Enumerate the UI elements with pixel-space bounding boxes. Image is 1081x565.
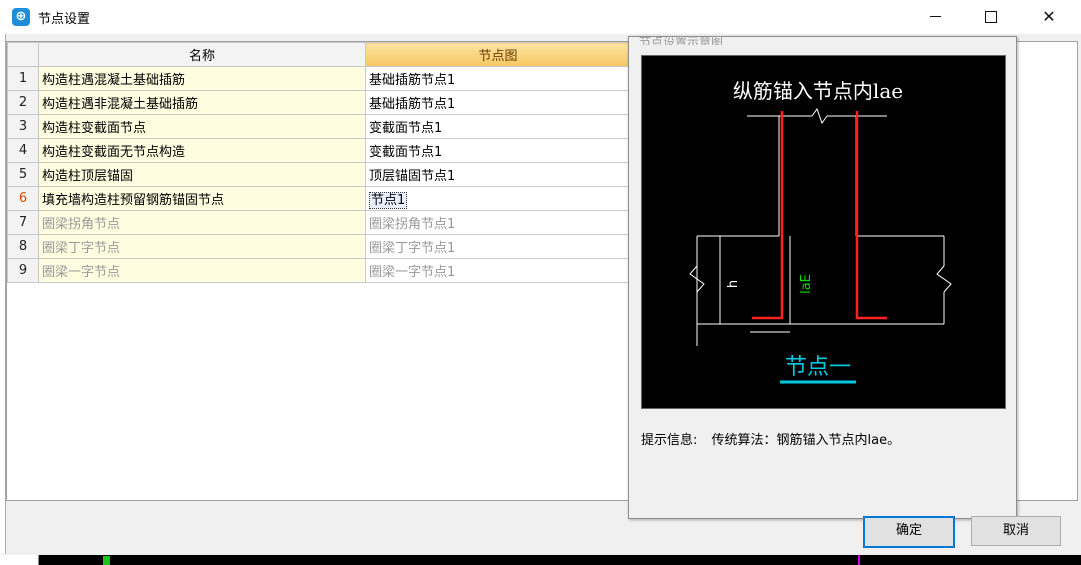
row-node-cell[interactable]: 圈梁拐角节点1 xyxy=(365,210,631,235)
node-schematic-image: 纵筋锚入节点内lae h laE 节点一 xyxy=(641,55,1006,409)
row-number-header xyxy=(7,42,39,67)
name-column-header[interactable]: 名称 xyxy=(38,42,366,67)
row-name-cell[interactable]: 构造柱顶层锚固 xyxy=(38,162,366,187)
cancel-button[interactable]: 取消 xyxy=(971,516,1061,546)
row-number[interactable]: 6 xyxy=(7,186,39,211)
row-number[interactable]: 3 xyxy=(7,114,39,139)
row-name-cell[interactable]: 圈梁拐角节点 xyxy=(38,210,366,235)
row-name-cell[interactable]: 填充墙构造柱预留钢筋锚固节点 xyxy=(38,186,366,211)
diagram-title: 纵筋锚入节点内lae xyxy=(733,79,903,103)
node-schematic-popup: 节点设置示意图 纵筋锚入节点内lae h laE 节点一 提示信息: 传统算法：… xyxy=(628,35,1017,519)
row-number[interactable]: 8 xyxy=(7,234,39,259)
row-node-cell[interactable]: 顶层锚固节点1 xyxy=(365,162,631,187)
close-icon: ✕ xyxy=(1042,7,1056,26)
ok-button[interactable]: 确定 xyxy=(863,516,955,548)
row-node-cell[interactable]: 变截面节点1 xyxy=(365,138,631,163)
maximize-button[interactable] xyxy=(968,0,1014,34)
hint-text: 传统算法：钢筋锚入节点内lae。 xyxy=(711,433,901,448)
table-row[interactable]: 2 构造柱遇非混凝土基础插筋 基础插筋节点1 xyxy=(7,90,631,115)
node-column-header[interactable]: 节点图 xyxy=(365,42,631,67)
row-name-cell[interactable]: 构造柱遇非混凝土基础插筋 xyxy=(38,90,366,115)
title-bar: ⊕ 节点设置 ✕ xyxy=(0,0,1081,34)
app-icon: ⊕ xyxy=(12,8,30,26)
row-number[interactable]: 5 xyxy=(7,162,39,187)
dim-lae-label: laE xyxy=(799,274,814,294)
hint-info-area xyxy=(641,447,1004,507)
row-node-cell-selected[interactable]: 节点1 xyxy=(365,186,631,211)
minimize-icon xyxy=(930,16,941,17)
table-row[interactable]: 1 构造柱遇混凝土基础插筋 基础插筋节点1 xyxy=(7,66,631,91)
table-header-row: 名称 节点图 xyxy=(7,42,631,67)
hint-label: 提示信息: xyxy=(641,433,698,448)
row-number[interactable]: 7 xyxy=(7,210,39,235)
table-row[interactable]: 9 圈梁一字节点 圈梁一字节点1 xyxy=(7,258,631,283)
node-diagram: 纵筋锚入节点内lae h laE 节点一 xyxy=(689,79,952,384)
table-row[interactable]: 7 圈梁拐角节点 圈梁拐角节点1 xyxy=(7,210,631,235)
table-row[interactable]: 8 圈梁丁字节点 圈梁丁字节点1 xyxy=(7,234,631,259)
maximize-icon xyxy=(985,11,997,23)
row-node-cell[interactable]: 基础插筋节点1 xyxy=(365,66,631,91)
node-settings-grid[interactable]: 名称 节点图 1 构造柱遇混凝土基础插筋 基础插筋节点1 2 构造柱遇非混凝土基… xyxy=(6,41,632,501)
table-row-selected[interactable]: 6 填充墙构造柱预留钢筋锚固节点 节点1 xyxy=(7,186,631,211)
background-magenta-line xyxy=(858,555,860,565)
popup-caption: 节点设置示意图 xyxy=(639,35,724,45)
row-name-cell[interactable]: 构造柱遇混凝土基础插筋 xyxy=(38,66,366,91)
diagram-caption: 节点一 xyxy=(785,355,851,380)
table-row[interactable]: 5 构造柱顶层锚固 顶层锚固节点1 xyxy=(7,162,631,187)
window-title: 节点设置 xyxy=(38,12,91,27)
background-dropdown xyxy=(0,555,39,565)
dim-h-label: h xyxy=(726,280,741,288)
row-node-cell[interactable]: 圈梁一字节点1 xyxy=(365,258,631,283)
row-number[interactable]: 4 xyxy=(7,138,39,163)
row-name-cell[interactable]: 圈梁丁字节点 xyxy=(38,234,366,259)
background-window-strip xyxy=(0,555,1081,565)
row-node-cell[interactable]: 变截面节点1 xyxy=(365,114,631,139)
table-row[interactable]: 4 构造柱变截面无节点构造 变截面节点1 xyxy=(7,138,631,163)
settings-table: 名称 节点图 1 构造柱遇混凝土基础插筋 基础插筋节点1 2 构造柱遇非混凝土基… xyxy=(7,42,631,283)
row-name-cell[interactable]: 构造柱变截面无节点构造 xyxy=(38,138,366,163)
row-number[interactable]: 2 xyxy=(7,90,39,115)
close-button[interactable]: ✕ xyxy=(1026,0,1072,34)
table-row[interactable]: 3 构造柱变截面节点 变截面节点1 xyxy=(7,114,631,139)
row-node-cell[interactable]: 基础插筋节点1 xyxy=(365,90,631,115)
row-number[interactable]: 1 xyxy=(7,66,39,91)
row-node-cell[interactable]: 圈梁丁字节点1 xyxy=(365,234,631,259)
background-green-marker xyxy=(103,556,110,565)
right-empty-panel xyxy=(1015,41,1078,501)
hint-info: 提示信息: 传统算法：钢筋锚入节点内lae。 xyxy=(641,429,900,448)
row-number[interactable]: 9 xyxy=(7,258,39,283)
minimize-button[interactable] xyxy=(912,0,958,34)
row-name-cell[interactable]: 圈梁一字节点 xyxy=(38,258,366,283)
row-name-cell[interactable]: 构造柱变截面节点 xyxy=(38,114,366,139)
node-cell-editor[interactable]: 节点1 xyxy=(369,192,408,209)
